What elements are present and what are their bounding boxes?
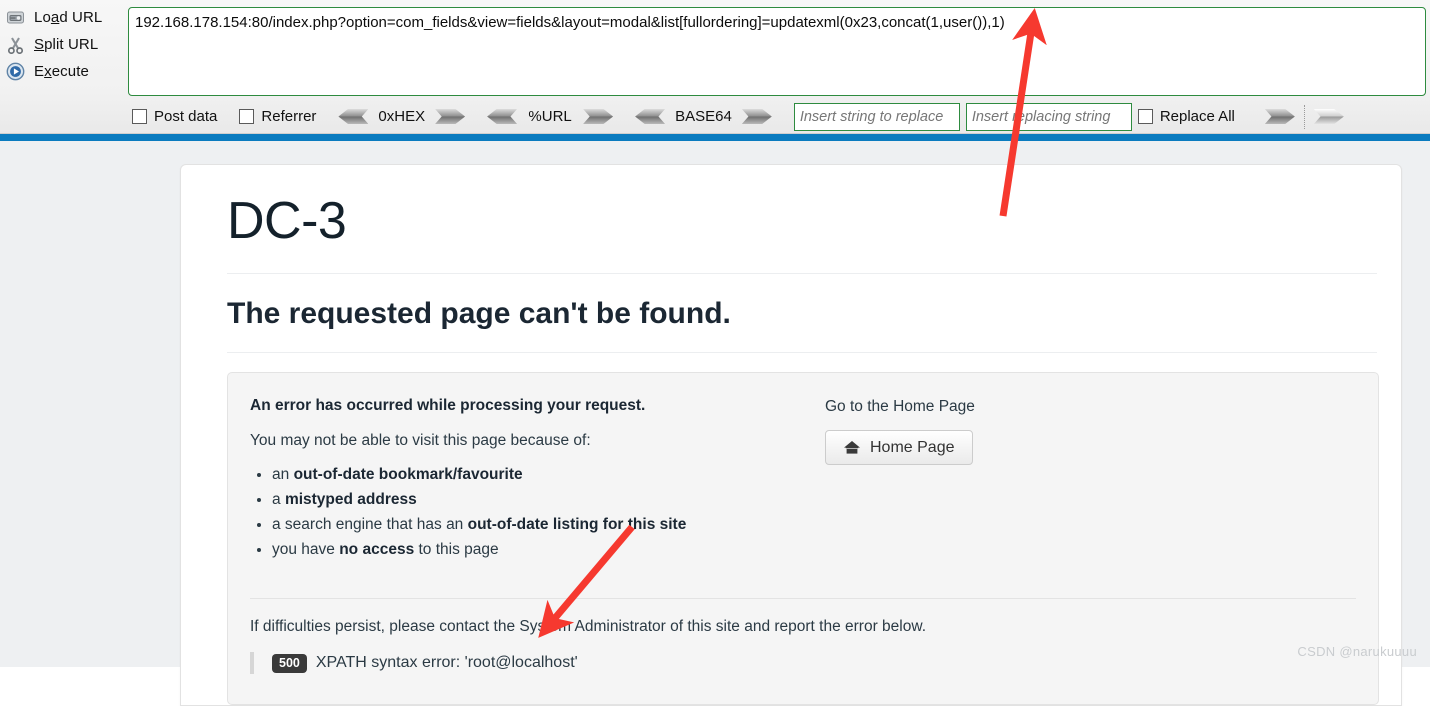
hex-decode-arrow-icon[interactable]	[338, 109, 368, 124]
error-sub-text: You may not be able to visit this page b…	[250, 432, 591, 449]
url-encode-arrow-icon[interactable]	[583, 109, 613, 124]
scissors-icon	[4, 35, 26, 55]
list-item: a mistyped address	[272, 487, 825, 512]
heading-divider	[227, 352, 1377, 353]
error-details-panel: An error has occurred while processing y…	[227, 372, 1379, 705]
error-footer: If difficulties persist, please contact …	[250, 598, 1356, 674]
watermark: CSDN @narukuuuu	[1297, 644, 1417, 659]
base64-decode-arrow-icon[interactable]	[635, 109, 665, 124]
execute-button[interactable]: Execute	[0, 58, 120, 85]
replace-with-placeholder: Insert replacing string	[971, 108, 1111, 125]
load-url-icon	[4, 8, 26, 28]
url-converter-label: %URL	[528, 108, 572, 125]
replace-apply-arrow-icon[interactable]	[1265, 109, 1295, 124]
referrer-label: Referrer	[261, 108, 317, 125]
hackbar-top-row: Load URL Split URL Execute 192.168.178.1…	[0, 0, 1430, 100]
error-reasons-column: An error has occurred while processing y…	[250, 397, 825, 562]
hackbar-toolbar: Load URL Split URL Execute 192.168.178.1…	[0, 0, 1430, 134]
replace-search-input[interactable]: Insert string to replace	[793, 102, 960, 131]
persist-text: If difficulties persist, please contact …	[250, 618, 927, 635]
error-heading: The requested page can't be found.	[227, 297, 731, 330]
status-badge: 500	[272, 653, 307, 673]
post-data-checkbox-box	[132, 109, 147, 124]
hex-converter-group: 0xHEX	[338, 108, 465, 125]
replace-search-placeholder: Insert string to replace	[799, 108, 944, 125]
home-icon	[843, 440, 861, 455]
error-code-blockquote: 500 XPATH syntax error: 'root@localhost'	[250, 652, 1356, 674]
load-url-label: Load URL	[34, 9, 103, 26]
post-data-label: Post data	[154, 108, 218, 125]
title-divider	[227, 273, 1377, 274]
replace-with-input[interactable]: Insert replacing string	[965, 102, 1132, 131]
replace-all-checkbox[interactable]: Replace All	[1137, 108, 1235, 125]
joomla-error-card: DC-3 The requested page can't be found. …	[180, 164, 1402, 706]
hackbar-options-row: Post data Referrer 0xHEX %URL BASE64 Ins…	[0, 100, 1430, 133]
list-item: you have no access to this page	[272, 537, 825, 562]
url-converter-group: %URL	[487, 108, 613, 125]
base64-converter-label: BASE64	[675, 108, 732, 125]
list-item: an out-of-date bookmark/favourite	[272, 462, 825, 487]
referrer-checkbox[interactable]: Referrer	[239, 108, 316, 125]
execute-label: Execute	[34, 63, 89, 80]
post-data-checkbox[interactable]: Post data	[132, 108, 217, 125]
url-input-value: 192.168.178.154:80/index.php?option=com_…	[135, 14, 1005, 31]
hex-encode-arrow-icon[interactable]	[435, 109, 465, 124]
url-input[interactable]: 192.168.178.154:80/index.php?option=com_…	[128, 7, 1426, 96]
error-lead-text: An error has occurred while processing y…	[250, 397, 646, 414]
home-page-lead: Go to the Home Page	[825, 398, 975, 415]
url-decode-arrow-icon[interactable]	[487, 109, 517, 124]
home-page-button-label: Home Page	[870, 438, 955, 456]
blue-divider-bar	[0, 134, 1430, 141]
error-reason-list: an out-of-date bookmark/favourite a mist…	[250, 462, 825, 562]
base64-encode-arrow-icon[interactable]	[742, 109, 772, 124]
browser-page-area: DC-3 The requested page can't be found. …	[0, 141, 1430, 706]
toolbar-divider	[1303, 104, 1305, 129]
load-url-button[interactable]: Load URL	[0, 4, 120, 31]
replace-all-checkbox-box	[1137, 109, 1153, 124]
list-item: a search engine that has an out-of-date …	[272, 512, 825, 537]
play-icon	[4, 62, 26, 82]
hex-converter-label: 0xHEX	[378, 108, 426, 125]
home-page-button[interactable]: Home Page	[825, 430, 973, 465]
hackbar-action-list: Load URL Split URL Execute	[0, 4, 120, 85]
home-page-column: Go to the Home Page Home Page	[825, 397, 1245, 562]
referrer-checkbox-box	[239, 109, 255, 124]
split-url-label: Split URL	[34, 36, 99, 53]
split-url-button[interactable]: Split URL	[0, 31, 120, 58]
replace-revert-arrow-icon[interactable]	[1314, 109, 1344, 124]
error-message-text: XPATH syntax error: 'root@localhost'	[315, 654, 578, 671]
base64-converter-group: BASE64	[635, 108, 772, 125]
replace-all-label: Replace All	[1159, 108, 1235, 125]
site-title: DC-3	[227, 192, 347, 250]
